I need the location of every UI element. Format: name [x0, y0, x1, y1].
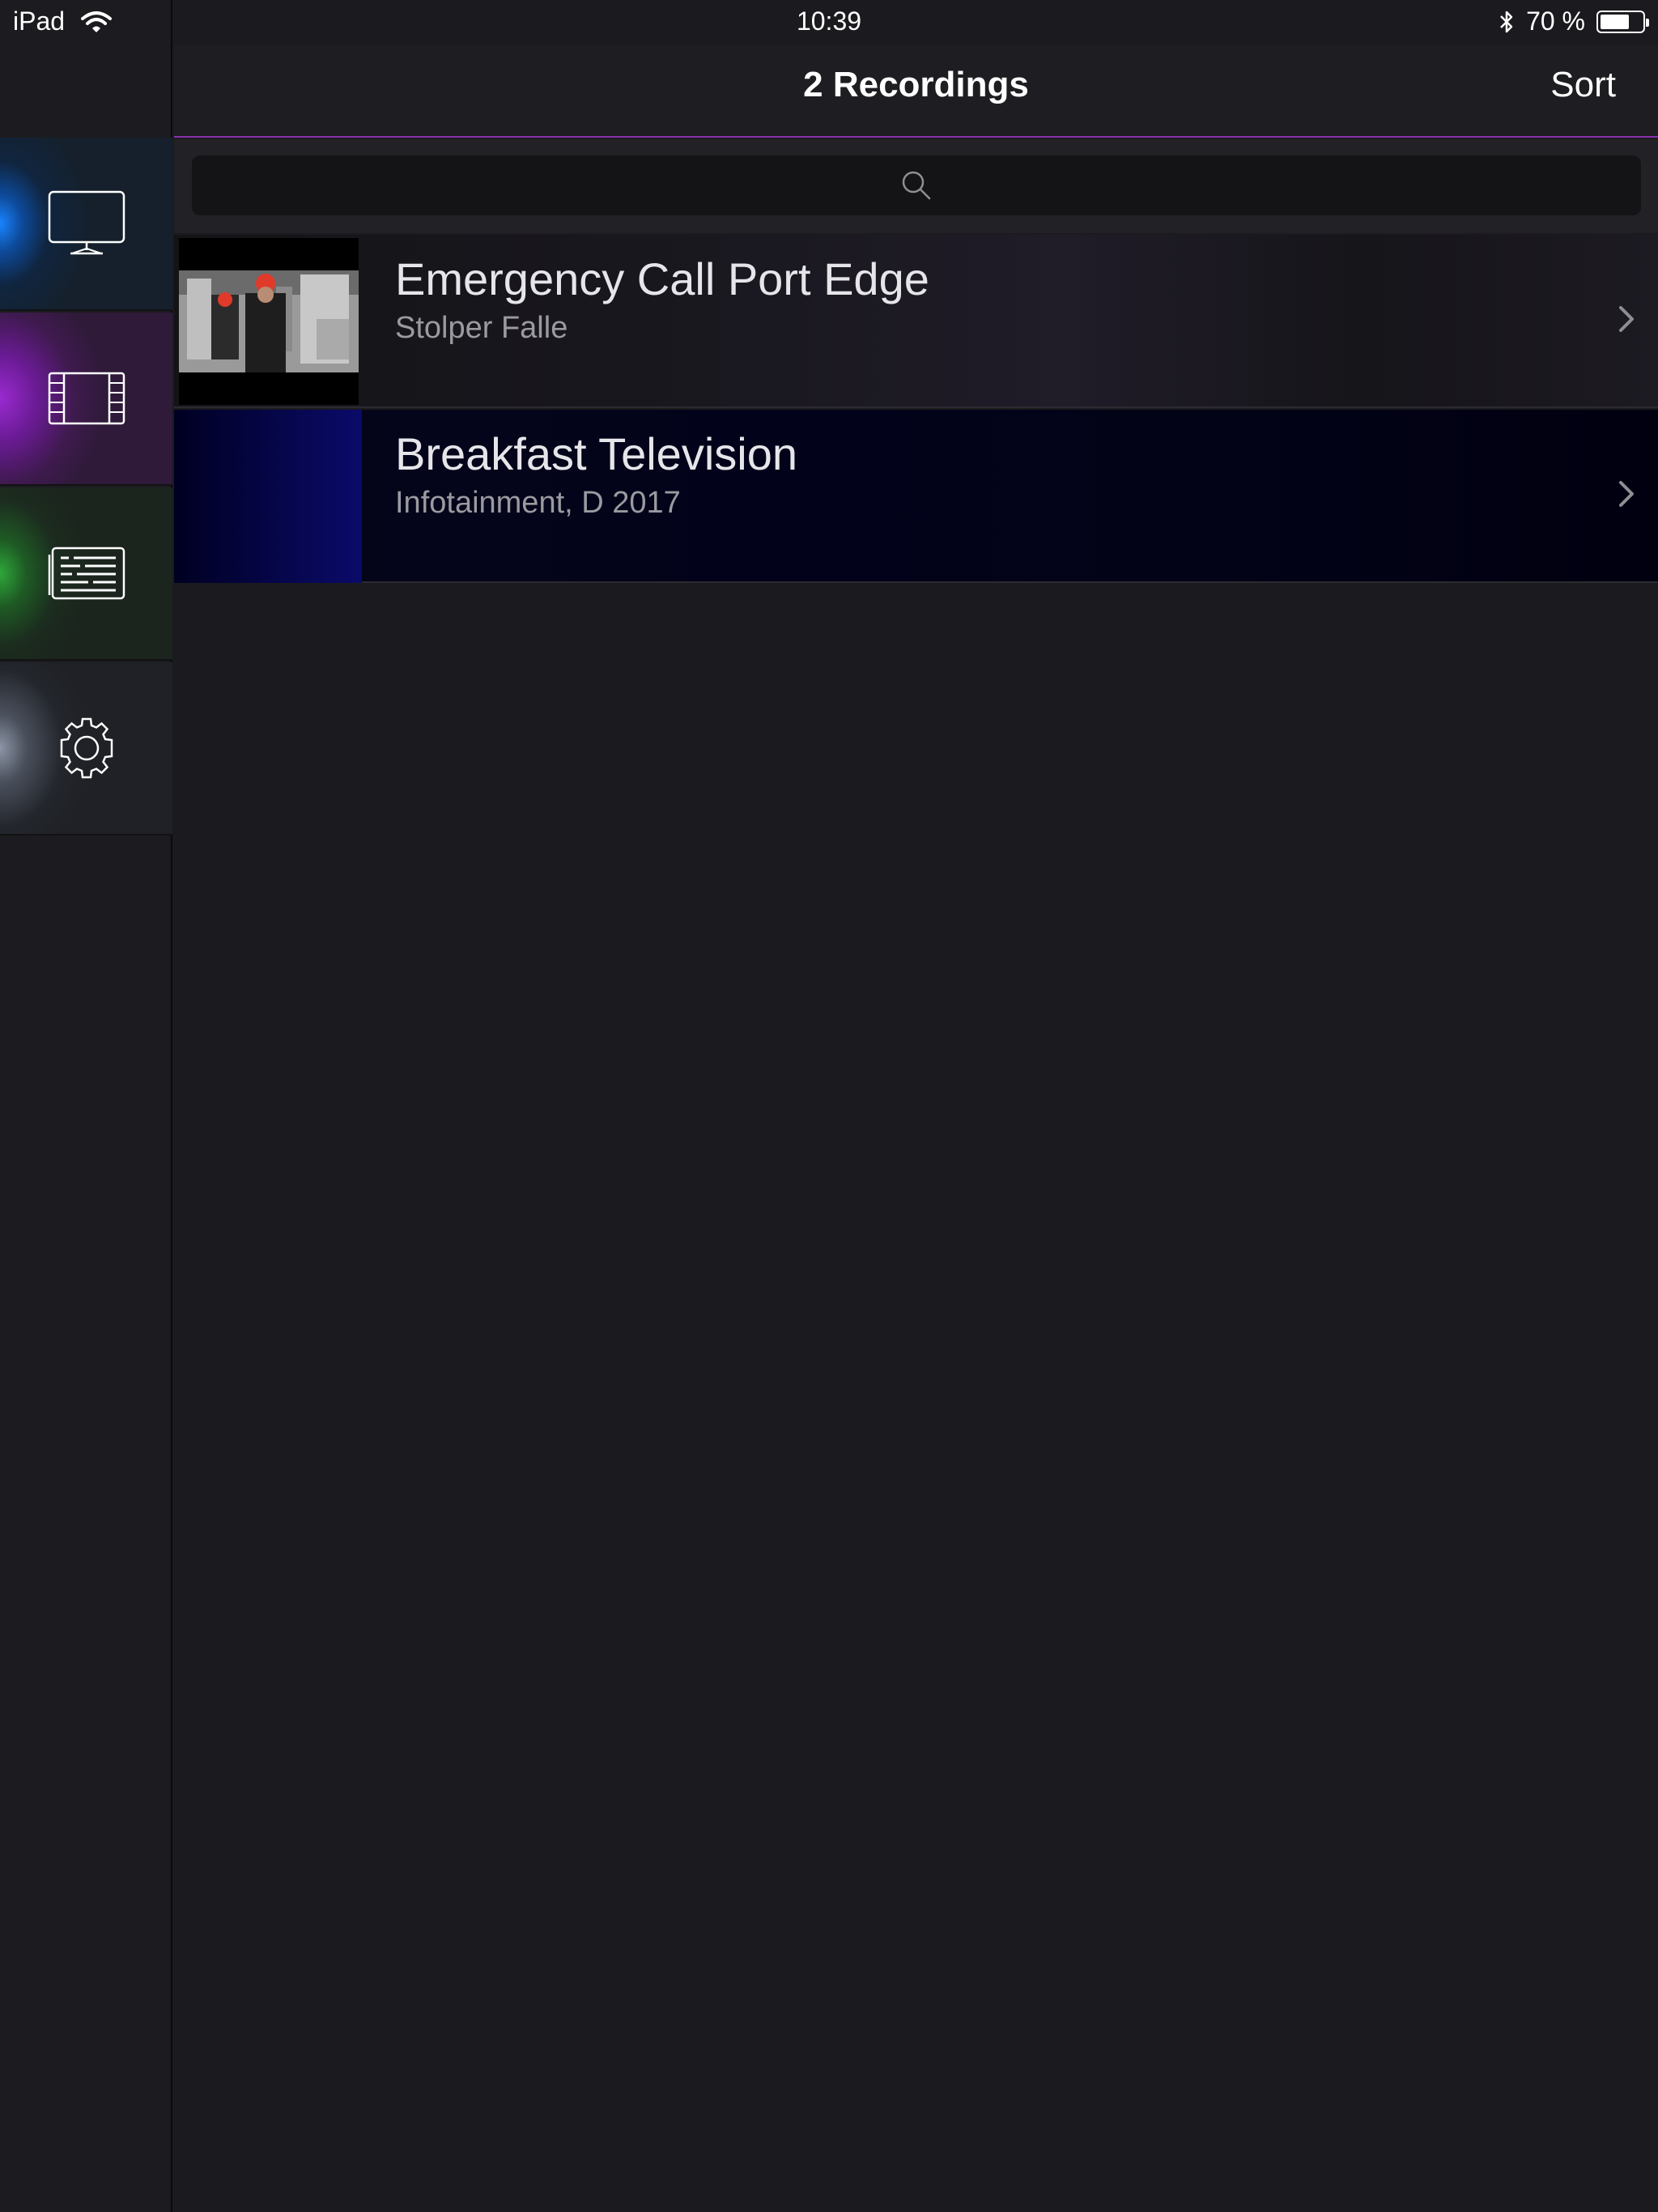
- sidebar: [0, 0, 172, 2212]
- film-icon: [48, 372, 125, 425]
- recording-subtitle: Infotainment, D 2017: [395, 486, 681, 520]
- recording-subtitle: Stolper Falle: [395, 311, 568, 345]
- battery-level: [1601, 14, 1629, 29]
- bluetooth-icon: [1500, 11, 1513, 32]
- chevron-right-icon: [1619, 481, 1634, 507]
- search-field[interactable]: [192, 155, 1641, 215]
- sidebar-item-settings[interactable]: [0, 662, 172, 836]
- navigation-bar: 2 Recordings Sort: [174, 45, 1658, 138]
- recording-row[interactable]: Emergency Call Port Edge Stolper Falle: [174, 235, 1658, 408]
- tv-icon: [48, 190, 125, 255]
- gear-icon: [60, 717, 113, 779]
- search-input[interactable]: [192, 155, 1641, 215]
- sidebar-item-movies[interactable]: [0, 313, 172, 486]
- guide-icon: [48, 547, 125, 600]
- recording-title: Emergency Call Port Edge: [395, 253, 929, 304]
- battery-percent: 70 %: [1526, 6, 1585, 36]
- recording-thumbnail: [174, 410, 362, 583]
- recording-row[interactable]: Breakfast Television Infotainment, D 201…: [174, 410, 1658, 583]
- clock: 10:39: [796, 6, 862, 36]
- sidebar-item-guide[interactable]: [0, 487, 172, 661]
- status-bar: iPad 10:39 70 %: [0, 0, 1658, 45]
- sort-button[interactable]: Sort: [1550, 65, 1616, 105]
- recording-image: [179, 270, 359, 372]
- recording-title: Breakfast Television: [395, 428, 797, 479]
- page-title: 2 Recordings: [803, 65, 1029, 104]
- search-bar: [174, 139, 1658, 233]
- battery-icon: [1596, 10, 1649, 33]
- sidebar-item-tv[interactable]: [0, 138, 172, 311]
- recording-thumbnail: [179, 238, 359, 405]
- chevron-right-icon: [1619, 306, 1634, 332]
